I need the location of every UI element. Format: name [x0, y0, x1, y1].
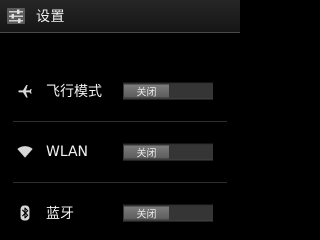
setting-label-airplane-mode: 飞行模式 [46, 84, 102, 100]
setting-label-wlan: WLAN [46, 144, 89, 160]
setting-row-wlan[interactable]: WLAN 关闭 [0, 122, 240, 182]
setting-row-airplane-mode[interactable]: 飞行模式 关闭 [0, 61, 240, 121]
settings-screen: 设置 飞行模式 关闭 WLAN 关闭 蓝牙 关闭 [0, 0, 240, 240]
settings-sliders-icon[interactable] [5, 6, 27, 26]
toggle-thumb: 关闭 [124, 145, 169, 160]
setting-row-bluetooth[interactable]: 蓝牙 关闭 [0, 183, 240, 240]
airplane-icon [15, 81, 35, 101]
toggle-thumb: 关闭 [124, 84, 169, 99]
bluetooth-icon [15, 203, 35, 223]
setting-label-bluetooth: 蓝牙 [46, 206, 74, 222]
page-title: 设置 [36, 9, 65, 25]
action-bar: 设置 [0, 0, 240, 32]
bluetooth-toggle[interactable]: 关闭 [123, 204, 213, 222]
toggle-thumb: 关闭 [124, 206, 169, 221]
wifi-icon [15, 142, 35, 162]
airplane-mode-toggle[interactable]: 关闭 [123, 82, 213, 100]
wlan-toggle[interactable]: 关闭 [123, 143, 213, 161]
action-bar-divider [0, 32, 240, 33]
